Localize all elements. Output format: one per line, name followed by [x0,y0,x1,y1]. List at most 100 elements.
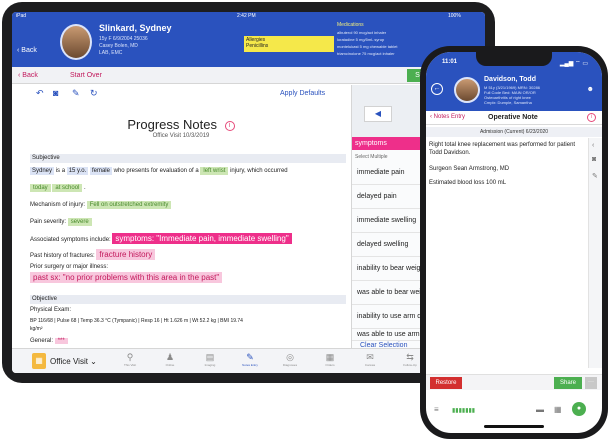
patient-name[interactable]: Slinkard, Sydney [99,23,172,33]
note-side-rail: ‹ ◙ ✎ [588,138,602,368]
note-toolbar: ↶ ◙ ✎ ↻ Apply Defaults [12,85,350,101]
phone-bottom-bar: ≡ ▮▮▮▮▮▮▮ ▬ ▦ ● [426,400,602,420]
smartlist-severity[interactable]: severe [67,218,92,226]
document-title-row: Progress Notes i [12,117,350,132]
keyboard-icon[interactable]: ▦ [554,405,562,414]
visit-selector[interactable]: Office Visit ⌄ [50,357,97,366]
camera-icon[interactable]: ◙ [53,88,58,98]
phone-nav: ‹ Notes Entry Operative Note i [426,111,602,125]
smartlist-where[interactable]: at school [52,184,83,192]
activity-tab[interactable]: ♟ Online [150,352,190,367]
vitals-unit: kg/m² [30,326,43,332]
collapse-arrow-icon[interactable]: ◀ [364,106,392,122]
apply-defaults-button[interactable]: Apply Defaults [280,90,325,97]
allergies-banner[interactable]: Allergies Penicillins [244,36,334,52]
smartlink-sex[interactable]: female [89,167,112,175]
smartlist-mechanism[interactable]: Fell on outstretched extremity [86,201,172,209]
notes-entry-back-button[interactable]: ‹ Notes Entry [430,114,465,120]
menu-icon[interactable]: ≡ [434,405,439,414]
section-subjective: Subjective [30,154,346,163]
up-arrow-icon[interactable]: ‹ [592,142,594,149]
phone-patient-name[interactable]: Davidson, Todd [484,76,536,83]
hpi-line-2: today at school . [30,184,350,192]
dictation-level-icon: ▮▮▮▮▮▮▮ [452,408,476,414]
severity-label: Pain severity: [30,219,67,225]
start-over-button[interactable]: Start Over [70,72,102,79]
iphone-screen: 11:01 ▂▄▆ ⌔ ▭ ← Davidson, Todd M 51y (3/… [426,52,602,433]
activity-tab[interactable]: ✉ Canvas [350,352,390,367]
document-subtitle: Office Visit 10/3/2019 [152,133,210,139]
smartlist-prior[interactable]: past sx: "no prior problems with this ar… [30,272,223,283]
followup-icon: ⇆ [406,352,414,362]
battery-label: 100% [448,13,461,19]
visit-icon[interactable]: ▦ [32,353,46,369]
smartlink-name[interactable]: Sydney [30,167,55,175]
smartlink-age[interactable]: 15 y.o. [66,167,89,175]
header-back-label: Back [21,47,37,54]
phone-action-bar: Restore Share ··· [426,374,602,390]
notch [476,52,552,66]
more-button[interactable]: ··· [585,377,597,389]
hpi-text: injury, which occurred [230,168,288,174]
symptoms-label: Associated symptoms include: [30,237,111,243]
undo-icon[interactable]: ↶ [36,88,44,99]
care-team-icon[interactable]: ☻ [587,86,594,93]
physical-exam-label: Physical Exam: [30,307,72,313]
smartlist-fracture[interactable]: fracture history [96,249,156,260]
nav-back-button[interactable]: ‹ Back [18,72,38,79]
phone-back-icon[interactable]: ← [431,83,443,95]
prior-value-line: past sx: "no prior problems with this ar… [30,272,350,283]
medications-title: Medications [337,22,364,28]
smartlist-when[interactable]: today [30,184,51,192]
diagnoses-icon: ◎ [286,352,294,362]
share-button[interactable]: Share [554,377,582,389]
note-text-line[interactable]: Estimated blood loss 100 mL [429,179,584,187]
select-multiple-label[interactable]: Select Multiple [355,154,388,160]
phone-care-team: Cmplx: Dumple, Samantha [484,100,532,105]
header-back-button[interactable]: ‹ Back [17,47,37,54]
ipad-screen: iPad 2:42 PM 100% ‹ Back Slinkard, Sydne… [12,12,485,373]
refresh-icon[interactable]: ↻ [90,88,98,99]
pen-icon[interactable]: ✎ [592,172,598,180]
activity-tab[interactable]: ◎ Diagnoses [270,352,310,367]
notes-icon: ✎ [246,352,254,362]
admission-banner: Admission (Current) 6/23/2020 [426,127,602,137]
document-title: Progress Notes [127,117,217,132]
hpi-text: . [84,185,86,191]
camera-icon[interactable]: ◙ [592,156,596,163]
section-objective: Objective [30,295,346,304]
activity-tab[interactable]: ⚲ This Visit [110,352,150,367]
pen-icon[interactable]: ✎ [72,88,80,99]
phone-info-icon[interactable]: i [587,113,596,122]
wildcard-general[interactable]: *** [54,338,68,344]
activity-tab-label: Imaging [204,363,216,367]
mail-icon: ✉ [366,352,374,362]
smartlist-location[interactable]: left wrist [200,167,229,175]
activity-tab[interactable]: ✎ Notes Entry [230,352,270,367]
hpi-text: who presents for evaluation of a [113,168,199,174]
info-icon[interactable]: i [224,120,235,131]
restore-button[interactable]: Restore [430,377,462,389]
microphone-icon[interactable]: ● [572,402,586,416]
activity-nav: ‹ Back Start Over Sign on [12,67,485,84]
medication-item: albuterol 90 mcg/act inhaler [337,30,387,35]
note-text-line[interactable]: Right total knee replacement was perform… [429,141,584,157]
activity-tab[interactable]: ▤ Imaging [190,352,230,367]
activity-tab[interactable]: ▦ Orders [310,352,350,367]
home-indicator [484,425,544,428]
prior-label-line: Prior surgery or major illness: [30,264,109,270]
patient-avatar[interactable] [60,24,92,60]
monitor-icon[interactable]: ▬ [536,405,544,414]
general-label: General: [30,338,54,344]
activity-tab-label: This Visit [123,363,137,367]
smartlist-symptoms-active[interactable]: symptoms: "Immediate pain, immediate swe… [112,233,292,244]
phone-patient-avatar[interactable] [454,77,480,103]
activity-tab-label: Orders [325,363,335,367]
visit-label: Office Visit [50,357,88,366]
activity-tab-label: Diagnoses [282,363,298,367]
notes-entry-back-label: Notes Entry [433,114,466,120]
activity-tab-label: Online [165,363,175,367]
iphone-device: 11:01 ▂▄▆ ⌔ ▭ ← Davidson, Todd M 51y (3/… [420,46,608,439]
note-text-line[interactable]: Surgeon Sean Armstrong, MD [429,165,584,173]
progress-note-document: Progress Notes i Office Visit 10/3/2019 … [12,102,350,347]
